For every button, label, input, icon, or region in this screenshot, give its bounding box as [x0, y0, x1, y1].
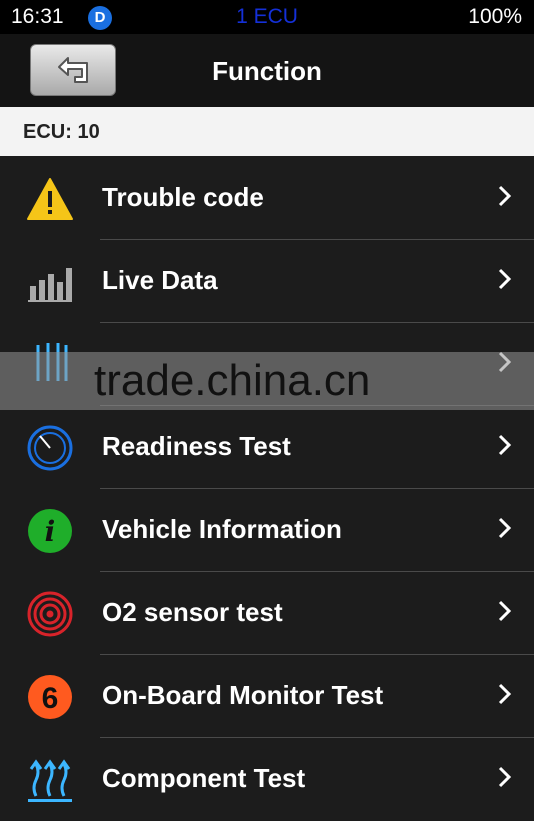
menu-item-label: O2 sensor test: [102, 597, 283, 627]
bar-chart-icon: [28, 268, 72, 302]
target-rings-icon: [27, 591, 73, 637]
menu-item-label: Trouble code: [102, 182, 264, 212]
chevron-right-icon: [498, 434, 512, 456]
heat-arrows-icon: [28, 759, 72, 802]
number-six-icon: 6: [28, 675, 72, 719]
menu-item-label: Live Data: [102, 265, 218, 295]
chevron-right-icon: [498, 517, 512, 539]
chevron-right-icon: [498, 600, 512, 622]
menu-item-component-test[interactable]: Component Test: [0, 738, 534, 821]
warning-triangle-icon: [27, 178, 73, 220]
menu-item-readiness-test[interactable]: Readiness Test: [0, 406, 534, 489]
status-bar: 16:31 D 1 ECU 100%: [0, 0, 534, 34]
chevron-right-icon: [498, 268, 512, 290]
chevron-right-icon: [498, 683, 512, 705]
svg-text:6: 6: [42, 682, 59, 715]
menu-item-live-data[interactable]: Live Data: [0, 240, 534, 323]
menu-item-label: On-Board Monitor Test: [102, 680, 384, 710]
menu-item-label: Component Test: [102, 763, 306, 793]
chevron-right-icon: [498, 766, 512, 788]
function-menu: Trouble code Live Data Readiness Test i …: [0, 157, 534, 821]
page-title: Function: [212, 56, 322, 86]
navigation-bar: Function: [0, 34, 534, 107]
watermark-text: trade.china.cn: [94, 356, 371, 405]
status-ecu-count: 1 ECU: [236, 5, 298, 28]
info-icon: i: [28, 509, 72, 553]
menu-item-vehicle-information[interactable]: i Vehicle Information: [0, 489, 534, 572]
svg-text:i: i: [45, 515, 56, 548]
watermark-overlay: trade.china.cn: [0, 352, 534, 410]
battery-level: 100%: [468, 5, 522, 28]
menu-item-o2-sensor-test[interactable]: O2 sensor test: [0, 572, 534, 655]
menu-item-trouble-code[interactable]: Trouble code: [0, 157, 534, 240]
menu-item-on-board-monitor-test[interactable]: 6 On-Board Monitor Test: [0, 655, 534, 738]
ecu-info-bar: ECU: 10: [0, 107, 534, 156]
menu-item-label: Vehicle Information: [102, 514, 342, 544]
ecu-label: ECU: 10: [23, 121, 100, 143]
menu-item-label: Readiness Test: [102, 431, 291, 461]
timer-dial-icon: [27, 425, 73, 471]
chevron-right-icon: [498, 185, 512, 207]
